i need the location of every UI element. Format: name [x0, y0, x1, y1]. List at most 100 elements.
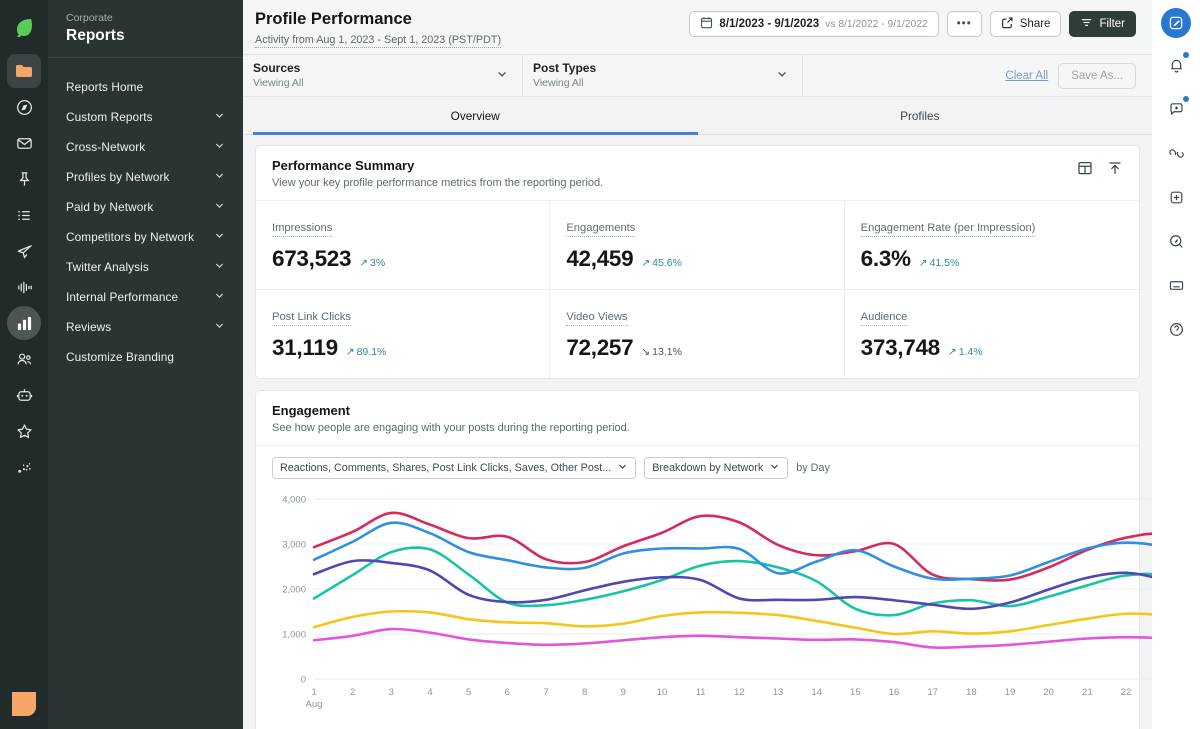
left-icon-rail: [0, 0, 48, 729]
sidebar: Corporate Reports Reports Home Custom Re…: [48, 0, 243, 729]
metric-delta-value: 3%: [370, 257, 386, 269]
share-button[interactable]: Share: [989, 11, 1062, 37]
y-axis-tick-label: 4,000: [282, 495, 306, 506]
x-axis-tick-label: 8: [582, 687, 587, 698]
app-root: Corporate Reports Reports Home Custom Re…: [0, 0, 1200, 729]
main-content: Profile Performance Activity from Aug 1,…: [243, 0, 1152, 729]
sources-filter[interactable]: Sources Viewing All: [243, 55, 523, 96]
chevron-down-icon: [214, 170, 225, 184]
engagement-chart[interactable]: 0 1,000 2,000 3,000 4,000 1 2 3 4 5 6 7 8 9 10 11 12 13 14…: [256, 485, 1152, 722]
robot-icon[interactable]: [7, 378, 41, 412]
right-icon-rail: [1152, 0, 1200, 729]
more-options-button[interactable]: •••: [946, 11, 982, 37]
filter-icon: [1080, 16, 1093, 32]
performance-summary-card: Performance Summary View your key profil…: [255, 145, 1140, 379]
sidebar-item-customize-branding[interactable]: Customize Branding: [48, 342, 243, 372]
metric-label: Post Link Clicks: [272, 311, 351, 326]
waveform-icon[interactable]: [7, 270, 41, 304]
metric-delta-value: 89.1%: [356, 346, 387, 358]
post-types-filter[interactable]: Post Types Viewing All: [523, 55, 803, 96]
chevron-down-icon: [214, 320, 225, 334]
chart-line-linkedin: [312, 609, 1152, 636]
sidebar-item-label: Twitter Analysis: [66, 260, 149, 274]
sidebar-item-label: Paid by Network: [66, 200, 154, 214]
bar-chart-icon[interactable]: [7, 306, 41, 340]
clear-all-link[interactable]: Clear All: [1005, 70, 1048, 82]
metric-impressions: Impressions 673,523 ↗ 3%: [256, 201, 551, 290]
date-compare-value: vs 8/1/2022 - 9/1/2022: [825, 18, 928, 30]
performance-summary-header: Performance Summary View your key profil…: [256, 146, 1139, 201]
export-icon[interactable]: [1107, 160, 1123, 181]
x-axis-tick-label: 7: [543, 687, 548, 698]
metric-label: Engagement Rate (per Impression): [860, 222, 1036, 237]
chart-line-youtube: [312, 627, 1152, 650]
metric-delta-value: 13.1%: [652, 346, 682, 358]
chevron-down-icon: [214, 110, 225, 124]
tab-overview[interactable]: Overview: [253, 97, 698, 135]
sidebar-item-label: Cross-Network: [66, 140, 146, 154]
chevron-down-icon: [214, 200, 225, 214]
breakdown-select[interactable]: Breakdown by Network: [644, 457, 789, 479]
sidebar-item-profiles-by-network[interactable]: Profiles by Network: [48, 162, 243, 192]
x-axis-tick-label: 13: [773, 687, 784, 698]
sidebar-item-paid-by-network[interactable]: Paid by Network: [48, 192, 243, 222]
sidebar-title: Reports: [66, 27, 125, 44]
metric-select[interactable]: Reactions, Comments, Shares, Post Link C…: [272, 457, 637, 479]
page-subtitle: Activity from Aug 1, 2023 - Sept 1, 2023…: [255, 34, 502, 48]
help-icon[interactable]: [1159, 312, 1193, 346]
metric-select-value: Reactions, Comments, Shares, Post Link C…: [280, 462, 612, 474]
message-badge: [1183, 96, 1189, 102]
metric-value-row: 673,523 ↗ 3%: [272, 246, 549, 272]
interval-label: by Day: [796, 462, 830, 474]
sidebar-item-cross-network[interactable]: Cross-Network: [48, 132, 243, 162]
star-icon[interactable]: [7, 414, 41, 448]
sidebar-item-competitors-by-network[interactable]: Competitors by Network: [48, 222, 243, 252]
page-title: Profile Performance: [255, 10, 412, 28]
bell-icon[interactable]: [1159, 48, 1193, 82]
pin-icon[interactable]: [7, 162, 41, 196]
table-view-icon[interactable]: [1077, 160, 1093, 181]
x-axis-tick-label: 9: [621, 687, 626, 698]
plus-square-icon[interactable]: [1159, 180, 1193, 214]
compose-icon[interactable]: [1161, 8, 1191, 38]
sprout-search-icon[interactable]: [1159, 224, 1193, 258]
list-icon[interactable]: [7, 198, 41, 232]
people-icon[interactable]: [7, 342, 41, 376]
filter-bar: Sources Viewing All Post Types Viewing A…: [243, 55, 1152, 97]
sidebar-item-label: Custom Reports: [66, 110, 153, 124]
message-add-icon[interactable]: [1159, 92, 1193, 126]
save-as-button[interactable]: Save As...: [1058, 62, 1136, 89]
inbox-icon[interactable]: [7, 126, 41, 160]
card-description: View your key profile performance metric…: [272, 177, 604, 189]
date-range-button[interactable]: 8/1/2023 - 9/1/2023 vs 8/1/2022 - 9/1/20…: [689, 11, 939, 37]
sidebar-item-reviews[interactable]: Reviews: [48, 312, 243, 342]
keyboard-icon[interactable]: [1159, 268, 1193, 302]
network-icon[interactable]: [7, 450, 41, 484]
chevron-down-icon: [496, 67, 508, 85]
sidebar-item-internal-performance[interactable]: Internal Performance: [48, 282, 243, 312]
sidebar-item-custom-reports[interactable]: Custom Reports: [48, 102, 243, 132]
x-axis-tick-label: 19: [1005, 687, 1016, 698]
metric-label: Impressions: [272, 222, 333, 237]
chevron-down-icon: [617, 461, 628, 475]
sprout-logo-icon[interactable]: [7, 10, 41, 44]
x-axis-tick-label: 18: [966, 687, 977, 698]
send-icon[interactable]: [7, 234, 41, 268]
sidebar-item-reports-home[interactable]: Reports Home: [48, 72, 243, 102]
chart-line-facebook: [312, 559, 1152, 611]
filter-label: Filter: [1099, 18, 1125, 30]
folder-icon[interactable]: [7, 54, 41, 88]
x-axis-tick-label: 10: [657, 687, 668, 698]
sidebar-item-twitter-analysis[interactable]: Twitter Analysis: [48, 252, 243, 282]
x-axis-tick-label: 12: [734, 687, 745, 698]
link-icon[interactable]: [1159, 136, 1193, 170]
performance-summary-tools: [1077, 158, 1123, 181]
metric-video-views: Video Views 72,257 ↘ 13.1%: [550, 290, 845, 378]
compass-icon[interactable]: [7, 90, 41, 124]
metric-value: 31,119: [272, 335, 338, 360]
tab-profiles[interactable]: Profiles: [698, 97, 1143, 135]
content-scroll-area[interactable]: Performance Summary View your key profil…: [243, 135, 1152, 729]
filter-button[interactable]: Filter: [1069, 11, 1136, 37]
metric-delta: ↗ 89.1%: [346, 346, 387, 358]
profile-avatar[interactable]: [7, 687, 41, 721]
